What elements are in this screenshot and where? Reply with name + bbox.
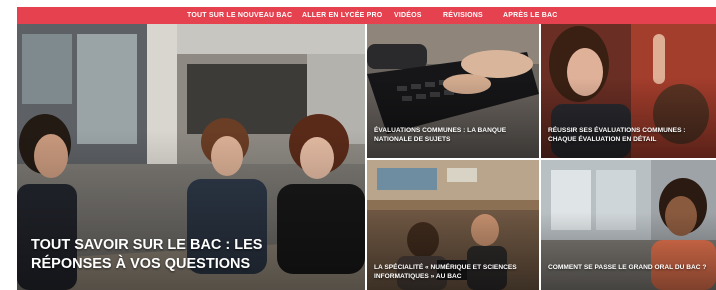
article-card-banque-sujets[interactable]: ÉVALUATIONS COMMUNES : LA BANQUE NATIONA… xyxy=(367,24,539,158)
nav-item-videos[interactable]: VIDÉOS xyxy=(394,7,422,24)
article-card-grand-oral[interactable]: COMMENT SE PASSE LE GRAND ORAL DU BAC ? xyxy=(541,160,716,290)
top-nav: TOUT SUR LE NOUVEAU BAC ALLER EN LYCÉE P… xyxy=(17,7,716,24)
hero-article-card[interactable]: TOUT SAVOIR SUR LE BAC : LES RÉPONSES À … xyxy=(17,24,365,290)
article-card-evaluations-communes[interactable]: RÉUSSIR SES ÉVALUATIONS COMMUNES : CHAQU… xyxy=(541,24,716,158)
page: TOUT SUR LE NOUVEAU BAC ALLER EN LYCÉE P… xyxy=(0,0,716,290)
nav-item-revisions[interactable]: RÉVISIONS xyxy=(443,7,483,24)
caption-banque-sujets[interactable]: ÉVALUATIONS COMMUNES : LA BANQUE NATIONA… xyxy=(374,127,534,144)
caption-nsi[interactable]: LA SPÉCIALITÉ « NUMÉRIQUE ET SCIENCES IN… xyxy=(374,264,534,281)
nav-item-lycee-pro[interactable]: ALLER EN LYCÉE PRO xyxy=(302,7,382,24)
caption-grand-oral[interactable]: COMMENT SE PASSE LE GRAND ORAL DU BAC ? xyxy=(548,264,708,273)
nav-item-apres-bac[interactable]: APRÈS LE BAC xyxy=(503,7,558,24)
caption-evaluations-communes[interactable]: RÉUSSIR SES ÉVALUATIONS COMMUNES : CHAQU… xyxy=(548,127,708,144)
nav-item-nouveau-bac[interactable]: TOUT SUR LE NOUVEAU BAC xyxy=(187,7,292,24)
article-card-nsi[interactable]: LA SPÉCIALITÉ « NUMÉRIQUE ET SCIENCES IN… xyxy=(367,160,539,290)
hero-caption[interactable]: TOUT SAVOIR SUR LE BAC : LES RÉPONSES À … xyxy=(31,236,331,274)
keyboard-shade xyxy=(367,77,539,158)
classroom-shade xyxy=(541,77,716,158)
oral-shade xyxy=(541,212,716,290)
